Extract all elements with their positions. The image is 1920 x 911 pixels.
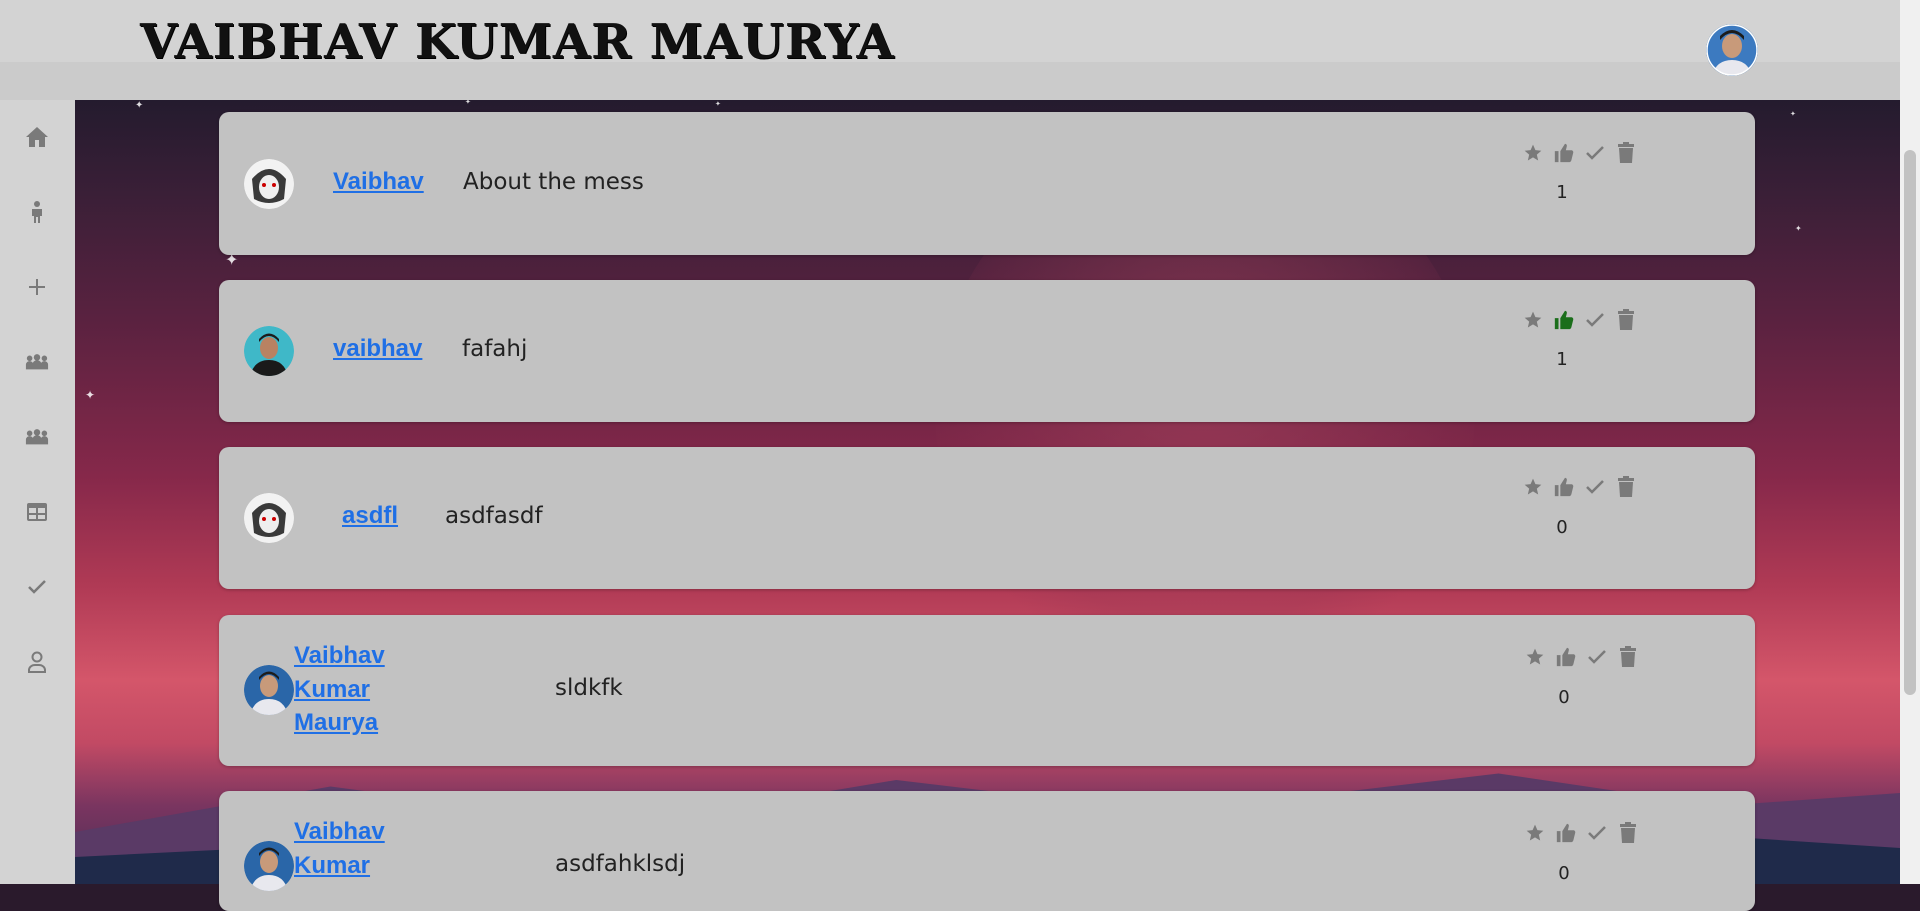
post-avatar — [244, 326, 294, 376]
table-icon[interactable] — [25, 500, 49, 524]
post-message: About the mess — [463, 169, 644, 195]
plus-icon[interactable] — [25, 275, 49, 299]
post-actions — [1523, 645, 1639, 668]
thumbs-up-icon[interactable] — [1554, 821, 1577, 844]
home-icon[interactable] — [25, 125, 49, 149]
post-card: asdfl asdfasdf 0 — [219, 447, 1755, 589]
post-avatar — [244, 665, 294, 715]
post-username-line[interactable]: Vaibhav — [294, 815, 385, 849]
star: ✦ — [715, 100, 721, 108]
post-actions — [1523, 821, 1639, 844]
post-message: asdfasdf — [445, 503, 543, 529]
post-actions — [1521, 141, 1637, 164]
trash-icon[interactable] — [1614, 308, 1637, 331]
post-username[interactable]: asdfl — [342, 499, 398, 533]
post-username-line[interactable]: Maurya — [294, 706, 378, 740]
star-icon[interactable] — [1521, 141, 1544, 164]
check-icon[interactable] — [1583, 141, 1606, 164]
user-avatar[interactable] — [1706, 24, 1758, 76]
star-icon[interactable] — [1521, 308, 1544, 331]
post-card: Vaibhav About the mess 1 — [219, 112, 1755, 255]
check-icon[interactable] — [1585, 821, 1608, 844]
post-username[interactable]: Vaibhav — [333, 165, 424, 199]
post-message: fafahj — [462, 336, 528, 362]
post-username[interactable]: vaibhav — [333, 332, 422, 366]
star-icon[interactable] — [1523, 645, 1546, 668]
post-username-line[interactable]: Kumar — [294, 849, 370, 883]
scrollbar-thumb[interactable] — [1904, 150, 1916, 695]
like-count: 1 — [1556, 182, 1568, 203]
group-icon[interactable] — [25, 425, 49, 449]
profile-icon[interactable] — [25, 650, 49, 674]
like-count: 0 — [1556, 517, 1568, 538]
like-count: 1 — [1556, 349, 1568, 370]
star: ✦ — [135, 100, 144, 111]
star-icon[interactable] — [1521, 475, 1544, 498]
person-icon[interactable] — [25, 200, 49, 224]
post-username-line[interactable]: Vaibhav — [294, 639, 385, 673]
check-icon[interactable] — [1583, 308, 1606, 331]
star: ✦ — [1790, 110, 1796, 118]
post-avatar — [244, 493, 294, 543]
check-icon[interactable] — [25, 575, 49, 599]
post-card: Vaibhav Kumar Maurya sldkfk 0 — [219, 615, 1755, 766]
sidebar — [0, 100, 75, 884]
group-icon[interactable] — [25, 350, 49, 374]
post-message: asdfahklsdj — [555, 851, 686, 877]
trash-icon[interactable] — [1616, 645, 1639, 668]
like-count: 0 — [1558, 687, 1570, 708]
trash-icon[interactable] — [1614, 141, 1637, 164]
post-message: sldkfk — [555, 675, 623, 701]
post-card: Vaibhav Kumar asdfahklsdj 0 — [219, 791, 1755, 911]
like-count: 0 — [1558, 863, 1570, 884]
page-scrollbar[interactable] — [1900, 0, 1920, 884]
trash-icon[interactable] — [1614, 475, 1637, 498]
post-card: vaibhav fafahj 1 — [219, 280, 1755, 422]
top-header: VAIBHAV KUMAR MAURYA — [0, 0, 1900, 100]
post-actions — [1521, 475, 1637, 498]
star-icon[interactable] — [1523, 821, 1546, 844]
thumbs-up-icon[interactable] — [1554, 645, 1577, 668]
check-icon[interactable] — [1585, 645, 1608, 668]
site-title: VAIBHAV KUMAR MAURYA — [140, 14, 895, 70]
thumbs-up-icon[interactable] — [1552, 141, 1575, 164]
star: ✦ — [1795, 224, 1802, 233]
post-username-line[interactable]: Kumar — [294, 673, 370, 707]
post-avatar — [244, 159, 294, 209]
thumbs-up-icon[interactable] — [1552, 475, 1575, 498]
star: ✦ — [465, 100, 471, 106]
check-icon[interactable] — [1583, 475, 1606, 498]
thumbs-up-icon[interactable] — [1552, 308, 1575, 331]
star: ✦ — [85, 388, 96, 402]
post-actions — [1521, 308, 1637, 331]
trash-icon[interactable] — [1616, 821, 1639, 844]
